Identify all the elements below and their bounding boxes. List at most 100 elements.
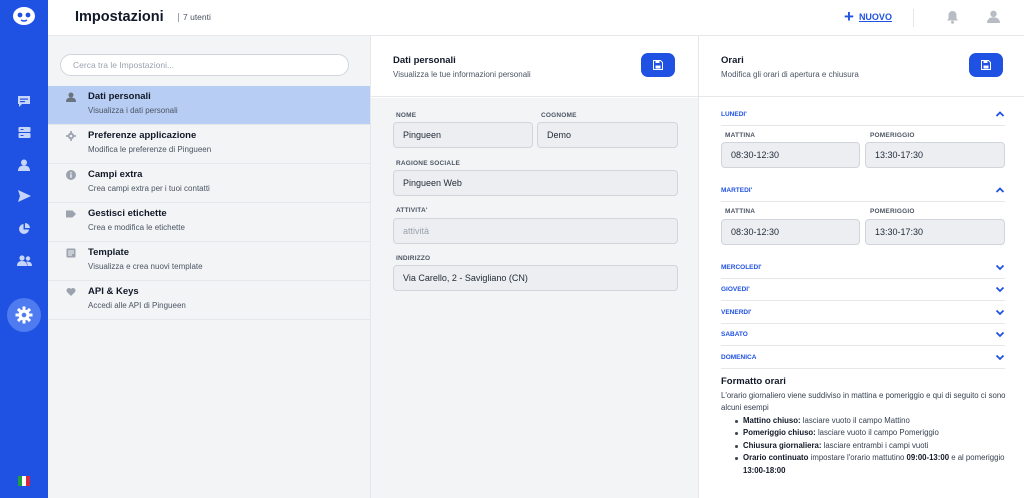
menu-item-desc: Modifica le preferenze di Pingueen bbox=[88, 145, 212, 154]
plus-icon: + bbox=[844, 7, 854, 26]
template-icon bbox=[66, 248, 76, 258]
menu-item-preferenze[interactable]: Preferenze applicazione Modifica le pref… bbox=[48, 125, 370, 164]
day-row-lunedi[interactable]: LUNEDI' bbox=[721, 103, 1005, 126]
nome-label: NOME bbox=[396, 112, 417, 119]
toolbar-divider bbox=[913, 9, 914, 27]
menu-item-desc: Visualizza e crea nuovi template bbox=[88, 262, 203, 271]
attivita-field[interactable] bbox=[393, 218, 678, 244]
menu-item-title: Dati personali bbox=[88, 91, 151, 102]
day-name: VENERDI' bbox=[721, 309, 752, 316]
panel-subtitle: Visualizza le tue informazioni personali bbox=[393, 70, 531, 79]
panel-header: Orari Modifica gli orari di apertura e c… bbox=[699, 36, 1024, 97]
day-name: LUNEDI' bbox=[721, 111, 747, 118]
day-row-giovedi[interactable]: GIOVEDI' bbox=[721, 278, 1005, 301]
gear-icon bbox=[15, 306, 33, 324]
search-input[interactable] bbox=[60, 54, 349, 76]
italian-flag-icon[interactable] bbox=[18, 476, 30, 486]
menu-item-desc: Crea e modifica le etichette bbox=[88, 223, 185, 232]
cognome-label: COGNOME bbox=[541, 112, 577, 119]
settings-sidebar: Dati personali Visualizza i dati persona… bbox=[48, 36, 371, 498]
personal-data-panel: Dati personali Visualizza le tue informa… bbox=[371, 36, 699, 498]
settings-menu: Dati personali Visualizza i dati persona… bbox=[48, 86, 370, 320]
mattina-label: MATTINA bbox=[725, 132, 756, 139]
chat-icon[interactable] bbox=[14, 91, 34, 111]
info-icon bbox=[66, 170, 76, 180]
cognome-field[interactable] bbox=[537, 122, 678, 148]
save-icon bbox=[653, 60, 663, 70]
save-button[interactable] bbox=[969, 53, 1003, 77]
save-button[interactable] bbox=[641, 53, 675, 77]
day-row-mercoledi[interactable]: MERCOLEDI' bbox=[721, 256, 1005, 279]
lunedi-pomeriggio-field[interactable] bbox=[865, 142, 1005, 168]
panel-header: Dati personali Visualizza le tue informa… bbox=[371, 36, 698, 97]
menu-item-title: Template bbox=[88, 247, 130, 258]
menu-item-title: API & Keys bbox=[88, 286, 139, 297]
panel-title: Orari bbox=[721, 55, 744, 66]
martedi-pomeriggio-field[interactable] bbox=[865, 219, 1005, 245]
format-title: Formatto orari bbox=[721, 376, 786, 387]
chevron-up-icon[interactable] bbox=[995, 185, 1005, 195]
menu-item-etichette[interactable]: Gestisci etichette Crea e modifica le et… bbox=[48, 203, 370, 242]
nome-field[interactable] bbox=[393, 122, 533, 148]
day-name: SABATO bbox=[721, 331, 748, 338]
chevron-down-icon[interactable] bbox=[995, 307, 1005, 317]
new-button-label: NUOVO bbox=[858, 12, 892, 22]
day-row-domenica[interactable]: DOMENICA bbox=[721, 346, 1005, 369]
ragione-sociale-field[interactable] bbox=[393, 170, 678, 196]
left-rail bbox=[0, 0, 48, 498]
menu-item-desc: Accedi alle API di Pingueen bbox=[88, 301, 186, 310]
format-examples: Mattino chiuso: lasciare vuoto il campo … bbox=[735, 415, 1006, 477]
top-bar: Impostazioni 7 utenti + NUOVO bbox=[48, 0, 1024, 36]
panel-subtitle: Modifica gli orari di apertura e chiusur… bbox=[721, 70, 859, 79]
users-icon[interactable] bbox=[14, 251, 34, 271]
save-icon bbox=[981, 60, 991, 70]
lunedi-mattina-field[interactable] bbox=[721, 142, 860, 168]
menu-item-desc: Visualizza i dati personali bbox=[88, 106, 178, 115]
pie-chart-icon[interactable] bbox=[14, 219, 34, 239]
menu-item-api-keys[interactable]: API & Keys Accedi alle API di Pingueen bbox=[48, 281, 370, 320]
indirizzo-field[interactable] bbox=[393, 265, 678, 291]
menu-item-template[interactable]: Template Visualizza e crea nuovi templat… bbox=[48, 242, 370, 281]
send-icon[interactable] bbox=[14, 186, 34, 206]
mattina-label: MATTINA bbox=[725, 208, 756, 215]
user-icon bbox=[66, 92, 76, 102]
user-count: 7 utenti bbox=[178, 13, 211, 22]
list-item: Chiusura giornaliera: lasciare entrambi … bbox=[735, 440, 1006, 452]
menu-item-title: Campi extra bbox=[88, 169, 143, 180]
day-row-martedi[interactable]: MARTEDI' bbox=[721, 179, 1005, 202]
tag-icon bbox=[66, 210, 76, 218]
logo-icon[interactable] bbox=[12, 6, 36, 26]
avatar-icon[interactable] bbox=[987, 10, 1001, 24]
format-description: L'orario giornaliero viene suddiviso in … bbox=[721, 391, 1006, 412]
settings-button[interactable] bbox=[7, 298, 41, 332]
menu-item-title: Preferenze applicazione bbox=[88, 130, 197, 141]
pomeriggio-label: POMERIGGIO bbox=[870, 208, 915, 215]
server-icon[interactable] bbox=[14, 122, 34, 142]
martedi-mattina-field[interactable] bbox=[721, 219, 860, 245]
hours-panel: Orari Modifica gli orari di apertura e c… bbox=[699, 36, 1024, 498]
bell-icon[interactable] bbox=[946, 10, 960, 24]
day-row-venerdi[interactable]: VENERDI' bbox=[721, 301, 1005, 324]
page-title: Impostazioni bbox=[75, 9, 164, 25]
day-name: DOMENICA bbox=[721, 354, 757, 361]
chevron-down-icon[interactable] bbox=[995, 329, 1005, 339]
attivita-label: ATTIVITA' bbox=[396, 207, 428, 214]
chevron-down-icon[interactable] bbox=[995, 352, 1005, 362]
ragione-sociale-label: RAGIONE SOCIALE bbox=[396, 160, 461, 167]
day-name: GIOVEDI' bbox=[721, 286, 750, 293]
user-icon[interactable] bbox=[14, 155, 34, 175]
day-row-sabato[interactable]: SABATO bbox=[721, 323, 1005, 346]
menu-item-title: Gestisci etichette bbox=[88, 208, 167, 219]
list-item: Orario continuato impostare l'orario mat… bbox=[735, 452, 1006, 477]
chevron-up-icon[interactable] bbox=[995, 109, 1005, 119]
new-button[interactable]: + NUOVO bbox=[844, 7, 892, 26]
list-item: Mattino chiuso: lasciare vuoto il campo … bbox=[735, 415, 1006, 427]
panel-body: NOME COGNOME RAGIONE SOCIALE ATTIVITA' I… bbox=[371, 98, 698, 498]
menu-item-dati-personali[interactable]: Dati personali Visualizza i dati persona… bbox=[48, 86, 370, 125]
day-name: MERCOLEDI' bbox=[721, 264, 762, 271]
heart-icon bbox=[66, 288, 76, 296]
gear-icon bbox=[66, 131, 76, 141]
chevron-down-icon[interactable] bbox=[995, 262, 1005, 272]
menu-item-campi-extra[interactable]: Campi extra Crea campi extra per i tuoi … bbox=[48, 164, 370, 203]
chevron-down-icon[interactable] bbox=[995, 284, 1005, 294]
